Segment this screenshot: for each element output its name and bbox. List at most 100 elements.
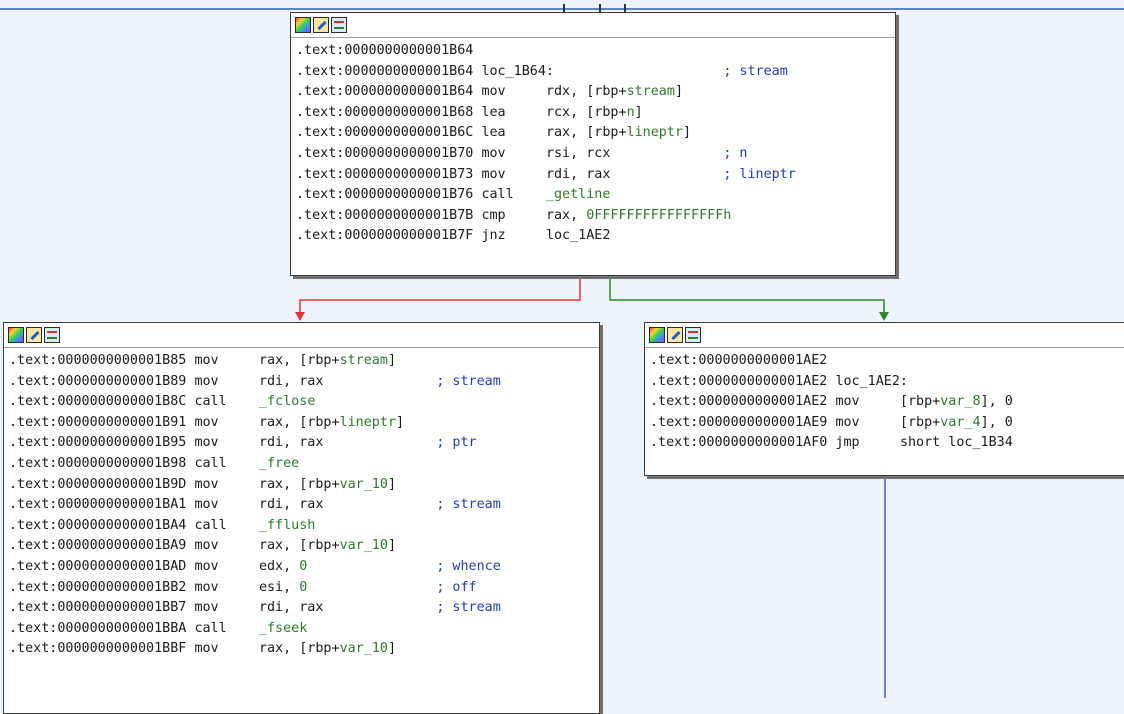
disasm-line[interactable]: .text:0000000000001AE2 mov [rbp+var_8], …: [650, 392, 1124, 413]
disasm-line[interactable]: .text:0000000000001B64 loc_1B64: ; strea…: [296, 62, 895, 83]
operand: _getline: [546, 187, 611, 202]
address: .text:0000000000001B9D: [9, 476, 187, 492]
operand: rax, [rbp+var_10]: [258, 641, 396, 657]
disasm-line[interactable]: .text:0000000000001AE2 loc_1AE2:: [650, 372, 1124, 393]
edge-false-branch: [299, 276, 581, 312]
address: .text:0000000000001BBF: [9, 641, 187, 657]
address: .text:0000000000001B64: [296, 84, 474, 100]
group-nodes-icon[interactable]: [685, 327, 701, 343]
mnemonic: mov: [194, 435, 219, 451]
disasm-line[interactable]: .text:0000000000001B98 call _free: [9, 454, 599, 475]
mnemonic: mov: [835, 414, 860, 430]
mnemonic: mov: [481, 166, 506, 182]
disasm-line[interactable]: .text:0000000000001B76 call _getline: [296, 185, 895, 206]
operand-symbol[interactable]: 0FFFFFFFFFFFFFFFFh: [586, 208, 731, 223]
operand-symbol[interactable]: var_4: [940, 415, 980, 430]
operand-symbol[interactable]: var_10: [340, 641, 388, 656]
operand-symbol[interactable]: _fflush: [259, 518, 315, 533]
code-label[interactable]: loc_1B64:: [481, 64, 554, 79]
disasm-line[interactable]: .text:0000000000001B95 mov rdi, rax ; pt…: [9, 433, 599, 454]
operand-symbol[interactable]: lineptr: [627, 125, 683, 140]
operand: rax, [rbp+stream]: [258, 353, 396, 368]
operand-symbol[interactable]: var_10: [340, 477, 388, 492]
address: .text:0000000000001AE2: [650, 353, 828, 368]
comment: ; off: [436, 579, 477, 595]
disasm-line[interactable]: .text:0000000000001B91 mov rax, [rbp+lin…: [9, 413, 599, 434]
comment: ; stream: [723, 63, 788, 79]
disasm-line[interactable]: .text:0000000000001AE9 mov [rbp+var_4], …: [650, 413, 1124, 434]
mnemonic: mov: [194, 476, 219, 492]
operand-symbol[interactable]: 0: [299, 580, 307, 595]
set-node-color-icon[interactable]: [295, 17, 311, 33]
rename-node-icon[interactable]: [26, 327, 42, 343]
address: .text:0000000000001B64: [296, 63, 474, 79]
operand-symbol[interactable]: _fclose: [259, 394, 315, 409]
operand-symbol[interactable]: _fseek: [259, 621, 307, 636]
operand-symbol[interactable]: _free: [259, 456, 299, 471]
disasm-line[interactable]: .text:0000000000001BBA call _fseek: [9, 619, 599, 640]
operand-symbol[interactable]: n: [627, 105, 635, 120]
graph-node-loc-1b64[interactable]: .text:0000000000001B64 .text:000000000000…: [290, 12, 896, 276]
disasm-line[interactable]: .text:0000000000001B9D mov rax, [rbp+var…: [9, 475, 599, 496]
disasm-line[interactable]: .text:0000000000001B85 mov rax, [rbp+str…: [9, 351, 599, 372]
disasm-line[interactable]: .text:0000000000001AF0 jmp short loc_1B3…: [650, 433, 1124, 454]
disasm-line[interactable]: .text:0000000000001B8C call _fclose: [9, 392, 599, 413]
disasm-line[interactable]: .text:0000000000001B73 mov rdi, rax ; li…: [296, 165, 895, 186]
mnemonic: jnz: [481, 228, 506, 244]
address: .text:0000000000001AE2: [650, 394, 828, 410]
operand: rcx, [rbp+n]: [545, 104, 643, 120]
disasm-line[interactable]: .text:0000000000001B64 mov rdx, [rbp+str…: [296, 82, 895, 103]
disasm-line[interactable]: .text:0000000000001BAD mov edx, 0 ; when…: [9, 557, 599, 578]
code-label[interactable]: loc_1AE2:: [835, 374, 908, 389]
disasm-line[interactable]: .text:0000000000001BBF mov rax, [rbp+var…: [9, 639, 599, 660]
group-nodes-icon[interactable]: [44, 327, 60, 343]
disasm-line[interactable]: .text:0000000000001B64: [296, 41, 895, 62]
mnemonic: mov: [194, 558, 219, 574]
operand: _fseek: [259, 621, 307, 636]
mnemonic: mov: [194, 497, 219, 513]
operand-symbol[interactable]: var_8: [940, 394, 980, 409]
disasm-line[interactable]: .text:0000000000001B68 lea rcx, [rbp+n]: [296, 103, 895, 124]
operand-symbol[interactable]: 0: [299, 559, 307, 574]
disasm-line[interactable]: .text:0000000000001B7B cmp rax, 0FFFFFFF…: [296, 206, 895, 227]
operand: rdx, [rbp+stream]: [545, 84, 683, 100]
group-nodes-icon[interactable]: [331, 17, 347, 33]
disasm-line[interactable]: .text:0000000000001BA4 call _fflush: [9, 516, 599, 537]
operand-symbol[interactable]: _getline: [546, 187, 611, 202]
operand: _free: [259, 456, 299, 471]
operand-symbol[interactable]: lineptr: [340, 415, 396, 430]
operand-symbol[interactable]: stream: [340, 353, 388, 368]
operand: rdi, rax: [258, 497, 324, 513]
operand: rax, [rbp+var_10]: [258, 476, 396, 492]
disasm-line[interactable]: .text:0000000000001BA1 mov rdi, rax ; st…: [9, 495, 599, 516]
disasm-line[interactable]: .text:0000000000001AE2: [650, 351, 1124, 372]
disasm-line[interactable]: .text:0000000000001B89 mov rdi, rax ; st…: [9, 372, 599, 393]
rename-node-icon[interactable]: [667, 327, 683, 343]
disasm-line[interactable]: .text:0000000000001B6C lea rax, [rbp+lin…: [296, 123, 895, 144]
mnemonic: call: [194, 620, 227, 636]
address: .text:0000000000001B70: [296, 145, 474, 161]
operand: edx, 0: [258, 558, 308, 574]
comment: ; stream: [436, 497, 501, 513]
mnemonic: mov: [481, 84, 506, 100]
address: .text:0000000000001B95: [9, 435, 187, 451]
graph-node-1b85[interactable]: .text:0000000000001B85 mov rax, [rbp+str…: [3, 322, 600, 714]
mnemonic: lea: [481, 104, 506, 120]
operand-symbol[interactable]: stream: [627, 84, 675, 99]
address: .text:0000000000001BB2: [9, 579, 187, 595]
disasm-line[interactable]: .text:0000000000001B70 mov rsi, rcx ; n: [296, 144, 895, 165]
operand: rdi, rax: [545, 166, 611, 182]
operand: short loc_1B34: [899, 435, 1013, 451]
disasm-line[interactable]: .text:0000000000001BA9 mov rax, [rbp+var…: [9, 536, 599, 557]
disasm-line[interactable]: .text:0000000000001BB7 mov rdi, rax ; st…: [9, 598, 599, 619]
operand-symbol[interactable]: var_10: [340, 538, 388, 553]
set-node-color-icon[interactable]: [8, 327, 24, 343]
mnemonic: mov: [194, 414, 219, 430]
graph-node-loc-1ae2[interactable]: .text:0000000000001AE2 .text:000000000000…: [644, 322, 1124, 476]
set-node-color-icon[interactable]: [649, 327, 665, 343]
address: .text:0000000000001AE9: [650, 414, 828, 430]
disasm-line[interactable]: .text:0000000000001BB2 mov esi, 0 ; off: [9, 578, 599, 599]
rename-node-icon[interactable]: [313, 17, 329, 33]
mnemonic: jmp: [835, 435, 860, 451]
disasm-line[interactable]: .text:0000000000001B7F jnz loc_1AE2: [296, 226, 895, 247]
